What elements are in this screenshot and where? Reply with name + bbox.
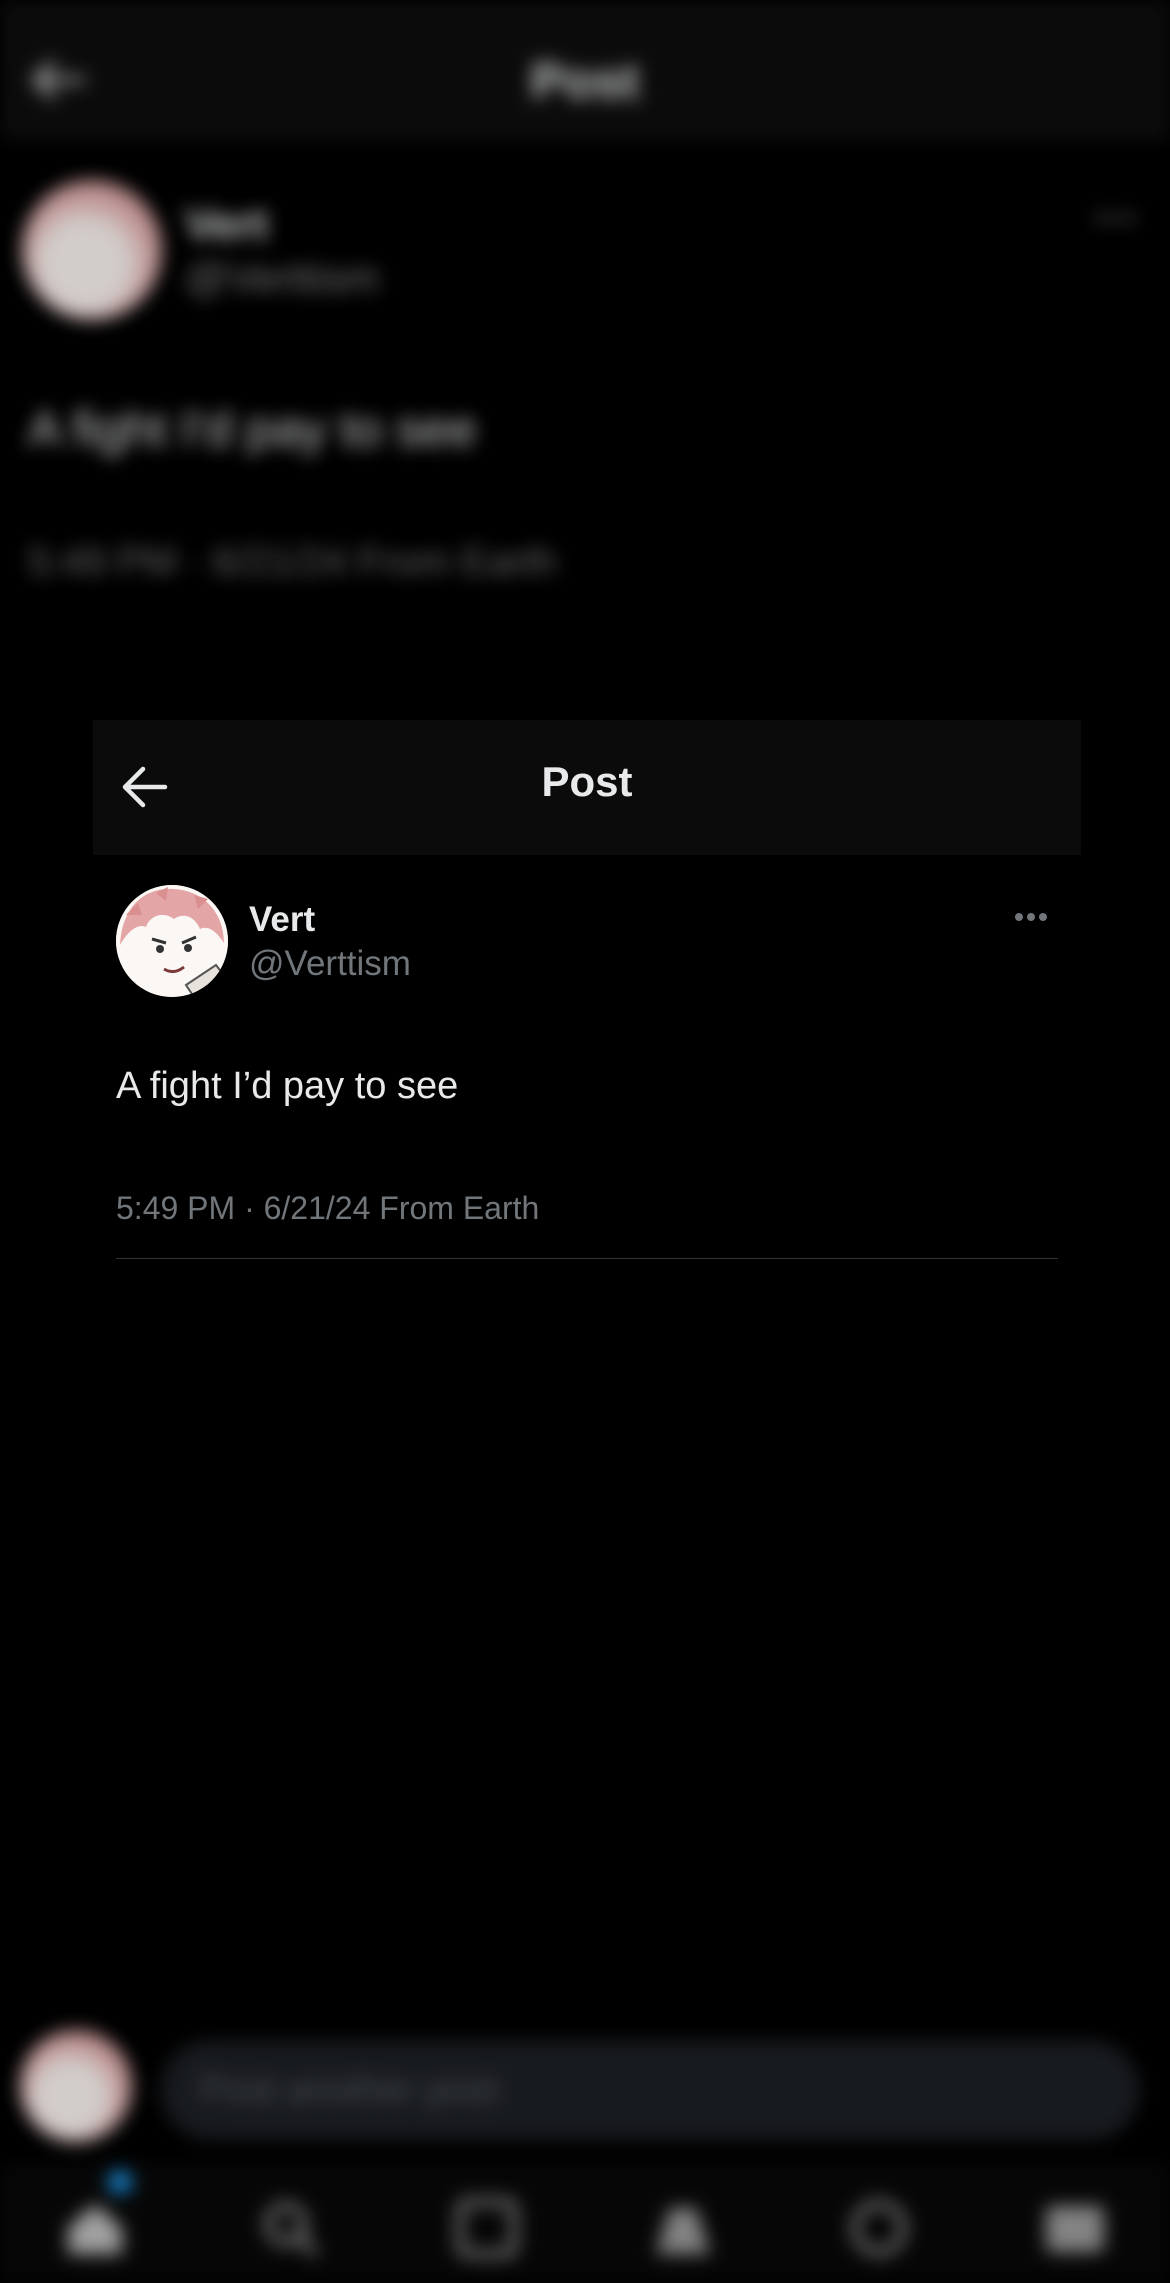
avatar[interactable] [116, 885, 228, 997]
post-date: 6/21/24 [263, 1190, 371, 1226]
grok-icon [454, 2198, 520, 2258]
meta-separator: · [244, 1190, 255, 1226]
bg-avatar [22, 180, 162, 320]
bg-reply-bar: Post another post [0, 2010, 1170, 2150]
bg-post-text: A fight I'd pay to see [28, 401, 477, 457]
bg-header-title: Post [530, 53, 640, 109]
bg-author-name: Vert [185, 200, 269, 249]
post-meta: 5:49 PM · 6/21/24 From Earth [116, 1190, 539, 1227]
bg-reply-input: Post another post [160, 2040, 1140, 2140]
divider [116, 1258, 1058, 1259]
author-handle[interactable]: @Verttism [249, 944, 411, 984]
author-name[interactable]: Vert [249, 900, 315, 940]
bg-header: Post [0, 0, 1170, 140]
search-icon [258, 2198, 324, 2258]
bg-author-handle: @Verttism [185, 254, 380, 301]
communities-icon [650, 2198, 716, 2258]
notifications-icon [846, 2198, 912, 2258]
post-location: From Earth [379, 1190, 540, 1226]
post-text: A fight I’d pay to see [116, 1065, 459, 1107]
notification-dot [108, 2170, 132, 2194]
page-title: Post [541, 758, 633, 805]
home-icon [62, 2198, 128, 2258]
blurred-background-screen: Post Vert @Verttism A fight I'd pay to s… [0, 0, 1170, 2283]
bg-more-icon [1095, 210, 1145, 234]
messages-icon [1042, 2198, 1108, 2258]
post-time: 5:49 PM [116, 1190, 236, 1226]
bg-tab-bar [0, 2163, 1170, 2283]
post-header: Post [93, 720, 1081, 855]
bg-post-meta: 5:49 PM · 6/21/24 From Earth [28, 540, 558, 584]
more-options-icon[interactable] [1015, 908, 1057, 928]
bg-reply-avatar [20, 2030, 132, 2142]
